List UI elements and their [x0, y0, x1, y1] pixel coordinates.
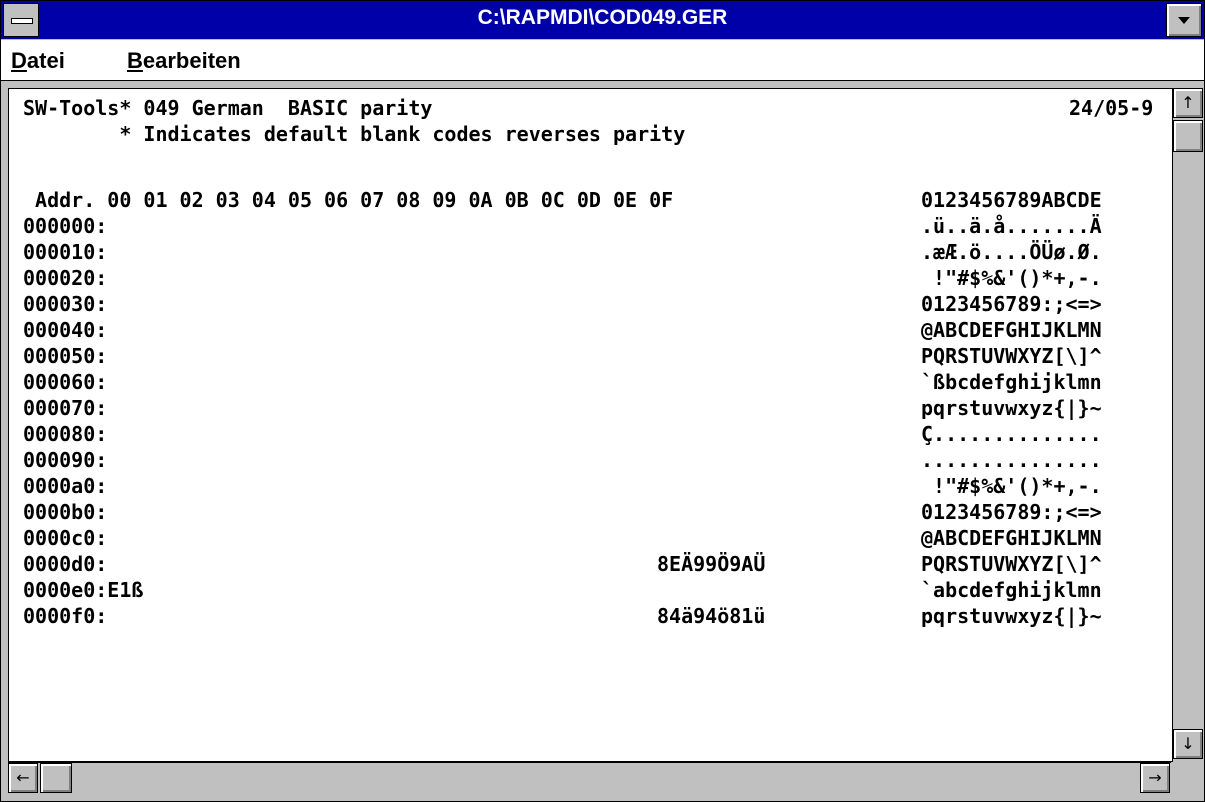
scroll-up-button[interactable]: ↑: [1173, 88, 1203, 118]
row-address: 000080:: [23, 422, 108, 446]
code-table-view[interactable]: SW-Tools* 049 German BASIC parity 24/05-…: [8, 88, 1173, 762]
row-hex-values: 84ä94ö81ü: [657, 604, 766, 628]
arrow-right-icon: →: [1148, 768, 1162, 787]
row-ascii: `abcdefghijklmn: [921, 578, 1102, 602]
row-address: 000030:: [23, 292, 108, 316]
row-ascii: `ßbcdefghijklmn: [921, 370, 1102, 394]
row-address: 0000d0:: [23, 552, 108, 576]
row-ascii: @ABCDEFGHIJKLMN: [921, 526, 1102, 550]
row-address: 0000e0:E1ß: [23, 578, 144, 602]
row-address: 000050:: [23, 344, 108, 368]
row-address: 000000:: [23, 214, 108, 238]
horizontal-scroll-thumb[interactable]: [40, 763, 72, 793]
row-ascii: pqrstuvwxyz{|}~: [921, 604, 1102, 628]
row-address: 0000c0:: [23, 526, 108, 550]
minimize-button[interactable]: [1166, 3, 1202, 37]
menu-bearbeiten[interactable]: Bearbeiten: [127, 48, 241, 74]
header-date: 24/05-9: [1069, 96, 1154, 120]
vertical-scroll-thumb[interactable]: [1173, 120, 1203, 152]
row-ascii: 0123456789:;<=>: [921, 500, 1102, 524]
scroll-right-button[interactable]: →: [1140, 763, 1170, 793]
row-ascii: @ABCDEFGHIJKLMN: [921, 318, 1102, 342]
row-ascii: .ü..ä.å.......Ä: [921, 214, 1102, 238]
row-address: 0000a0:: [23, 474, 108, 498]
vertical-scrollbar[interactable]: ↑ ↓: [1172, 88, 1203, 760]
window-title: C:\RAPMDI\COD049.GER: [477, 6, 728, 29]
row-hex-values: 8EÄ99Ö9AÜ: [657, 552, 766, 576]
menu-bar: Datei Bearbeiten: [1, 40, 1204, 81]
row-ascii: 0123456789:;<=>: [921, 292, 1102, 316]
arrow-down-icon: ↓: [1181, 734, 1195, 753]
column-header: Addr. 00 01 02 03 04 05 06 07 08 09 0A 0…: [23, 188, 674, 212]
ascii-column-header: 0123456789ABCDE: [921, 188, 1102, 212]
scroll-left-button[interactable]: ←: [8, 763, 38, 793]
row-ascii: .æÆ.ö....ÖÜø.Ø.: [921, 240, 1102, 264]
menu-bearbeiten-label: earbeiten: [142, 48, 241, 73]
row-address: 000040:: [23, 318, 108, 342]
menu-datei-label: atei: [26, 48, 65, 73]
row-ascii: ...............: [921, 448, 1102, 472]
scrollbar-corner: [1172, 762, 1202, 792]
row-address: 0000f0:: [23, 604, 108, 628]
row-ascii: Ç..............: [921, 422, 1102, 446]
menu-datei-accel: D: [11, 48, 27, 73]
row-ascii: !"#$%&'()*+,-.: [921, 266, 1102, 290]
row-ascii: PQRSTUVWXYZ[\]^: [921, 552, 1102, 576]
row-address: 000010:: [23, 240, 108, 264]
header-line-2: * Indicates default blank codes reverses…: [23, 122, 686, 146]
row-ascii: !"#$%&'()*+,-.: [921, 474, 1102, 498]
row-address: 000060:: [23, 370, 108, 394]
arrow-left-icon: ←: [16, 768, 30, 787]
title-bar[interactable]: C:\RAPMDI\COD049.GER: [1, 1, 1204, 39]
menu-datei[interactable]: Datei: [11, 48, 65, 74]
header-line-1: SW-Tools* 049 German BASIC parity: [23, 96, 433, 120]
arrow-up-icon: ↑: [1181, 93, 1195, 112]
minimize-icon: [1178, 17, 1190, 24]
row-address: 000090:: [23, 448, 108, 472]
row-ascii: PQRSTUVWXYZ[\]^: [921, 344, 1102, 368]
row-ascii: pqrstuvwxyz{|}~: [921, 396, 1102, 420]
row-address: 000070:: [23, 396, 108, 420]
scroll-down-button[interactable]: ↓: [1173, 729, 1203, 759]
row-address: 0000b0:: [23, 500, 108, 524]
row-address: 000020:: [23, 266, 108, 290]
menu-bearbeiten-accel: B: [127, 48, 143, 73]
horizontal-scrollbar[interactable]: ← →: [8, 762, 1171, 793]
